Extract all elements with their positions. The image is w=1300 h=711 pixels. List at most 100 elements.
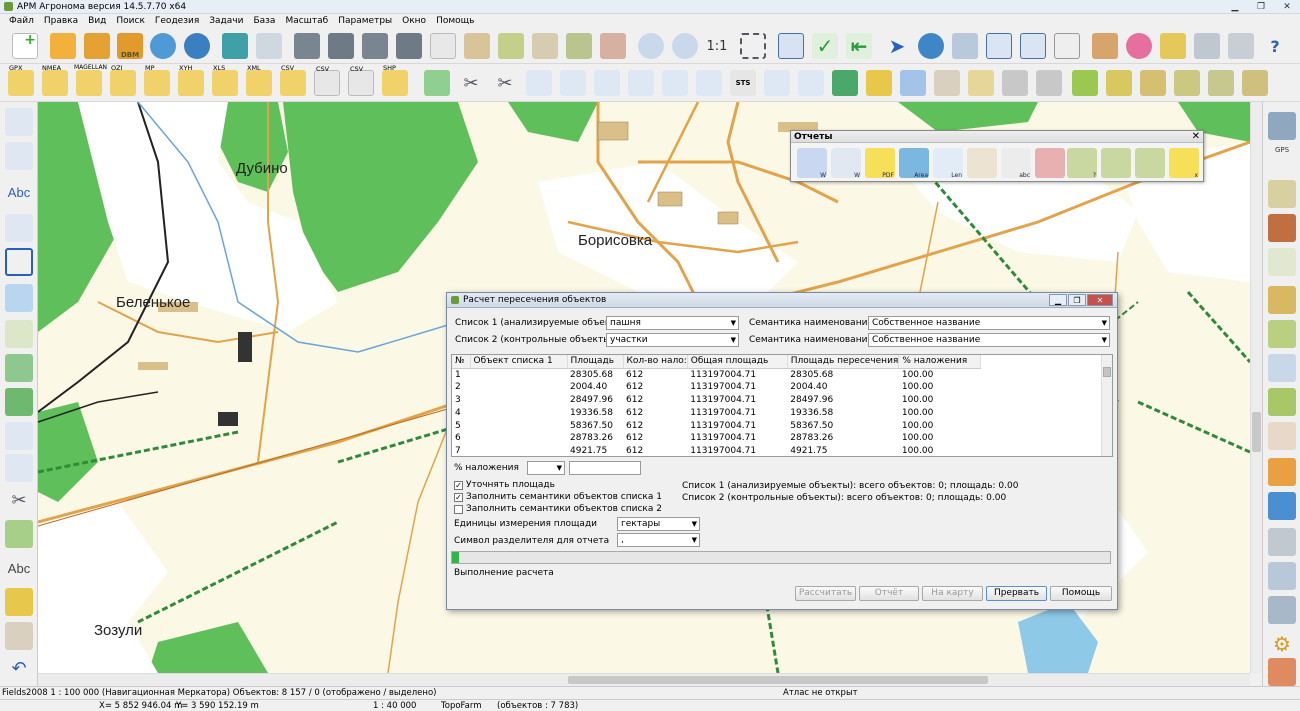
zoom-in-icon[interactable] bbox=[672, 33, 698, 59]
menu-tasks[interactable]: Задачи bbox=[204, 16, 248, 26]
merge-icon[interactable] bbox=[764, 70, 790, 96]
printer-icon[interactable] bbox=[1194, 33, 1220, 59]
table-icon[interactable] bbox=[986, 33, 1012, 59]
fit-window-icon[interactable] bbox=[778, 33, 804, 59]
menu-file[interactable]: Файл bbox=[4, 16, 39, 26]
map-sheet-icon[interactable] bbox=[1268, 354, 1296, 382]
calculate-button[interactable]: Рассчитать bbox=[795, 586, 856, 601]
field-down2-icon[interactable] bbox=[1208, 70, 1234, 96]
fill-semantics1-check[interactable]: ✓ bbox=[454, 492, 463, 502]
vertex-split-icon[interactable] bbox=[526, 70, 552, 96]
menu-geodesy[interactable]: Геодезия bbox=[150, 16, 204, 26]
arrow-down-field-icon[interactable] bbox=[1072, 70, 1098, 96]
menu-parameters[interactable]: Параметры bbox=[333, 16, 397, 26]
select-object-icon[interactable] bbox=[464, 33, 490, 59]
map-image-icon[interactable] bbox=[952, 33, 978, 59]
route-edit-icon[interactable] bbox=[1268, 180, 1296, 208]
col-number[interactable]: № bbox=[452, 355, 471, 369]
col-overlap-count[interactable]: Кол-во нало: bbox=[623, 355, 688, 369]
binoculars-a-icon[interactable] bbox=[328, 33, 354, 59]
zoom-extent-icon[interactable] bbox=[740, 33, 766, 59]
grid-fill-icon[interactable] bbox=[832, 70, 858, 96]
new-document-icon[interactable]: + bbox=[12, 32, 38, 59]
table-row[interactable]: 7 4921.75 612 113197004.71 4921.75 100.00 bbox=[452, 445, 981, 456]
menu-view[interactable]: Вид bbox=[83, 16, 111, 26]
col-intersection-area[interactable]: Площадь пересечения bbox=[787, 355, 900, 369]
magellan-import-icon[interactable]: MAGELLAN bbox=[74, 64, 107, 96]
transform-icon[interactable] bbox=[5, 284, 33, 312]
text-tool-icon[interactable]: Abc bbox=[5, 178, 33, 206]
refine-area-check[interactable]: ✓ bbox=[454, 480, 463, 490]
dialog-close-button[interactable]: ✕ bbox=[1087, 294, 1113, 306]
profile-icon[interactable] bbox=[1268, 248, 1296, 276]
rectangle-tool-icon[interactable] bbox=[5, 248, 33, 276]
globe-icon[interactable] bbox=[184, 33, 210, 59]
map-vertical-scrollbar[interactable] bbox=[1250, 102, 1262, 673]
text-tool2-icon[interactable]: Abc bbox=[5, 554, 33, 582]
label-a-icon[interactable] bbox=[1002, 70, 1028, 96]
table-row[interactable]: 2 2004.40 612 113197004.71 2004.40 100.00 bbox=[452, 381, 981, 394]
table-row[interactable]: 3 28497.96 612 113197004.71 28497.96 100.00 bbox=[452, 394, 981, 407]
report-points-icon[interactable] bbox=[967, 148, 997, 178]
print-preview-icon[interactable] bbox=[1228, 33, 1254, 59]
table-edit-icon[interactable] bbox=[1020, 33, 1046, 59]
polygon-edit-icon[interactable] bbox=[696, 70, 722, 96]
text-a-icon[interactable] bbox=[934, 70, 960, 96]
report-button[interactable]: Отчёт bbox=[859, 586, 919, 601]
xyh-import-icon[interactable]: XYH bbox=[178, 64, 204, 96]
menu-help[interactable]: Помощь bbox=[431, 16, 479, 26]
vertex-move-icon[interactable] bbox=[594, 70, 620, 96]
pencil-icon[interactable] bbox=[5, 108, 33, 136]
semantic1-select[interactable]: Собственное название ▼ bbox=[868, 316, 1110, 330]
csv-import-icon[interactable]: CSV bbox=[280, 64, 306, 96]
menu-base[interactable]: База bbox=[248, 16, 280, 26]
report-query-icon[interactable]: ? bbox=[1067, 148, 1097, 179]
database-icon[interactable] bbox=[1268, 286, 1296, 314]
table-scrollbar[interactable] bbox=[1101, 355, 1112, 456]
csv-polygon-import-icon[interactable]: CSV bbox=[348, 65, 374, 96]
maximize-button[interactable]: ❐ bbox=[1248, 0, 1274, 14]
overlap-operator-select[interactable]: ▼ bbox=[527, 461, 565, 475]
fill-semantics2-checkbox[interactable]: Заполнить семантики объектов списка 2 bbox=[454, 504, 662, 514]
gauge-icon[interactable] bbox=[1268, 422, 1296, 450]
col-total-area[interactable]: Общая площадь bbox=[687, 355, 788, 369]
spectrum-icon[interactable] bbox=[1268, 492, 1296, 520]
overlap-value-input[interactable] bbox=[569, 461, 641, 475]
table-row[interactable]: 6 28783.26 612 113197004.71 28783.26 100.00 bbox=[452, 432, 981, 445]
edit-points-icon[interactable] bbox=[424, 70, 450, 96]
stop-button[interactable]: Прервать bbox=[986, 586, 1047, 601]
layer-tree-icon[interactable] bbox=[256, 33, 282, 59]
map-horizontal-scrollbar[interactable] bbox=[38, 673, 1250, 686]
binoculars-dots-icon[interactable] bbox=[362, 33, 388, 59]
menu-edit[interactable]: Правка bbox=[39, 16, 83, 26]
report-word-icon[interactable]: W bbox=[797, 148, 827, 179]
exit-icon[interactable] bbox=[1268, 658, 1296, 686]
report-search-icon[interactable] bbox=[1101, 148, 1131, 178]
tractor-icon[interactable] bbox=[866, 70, 892, 96]
binoculars-next-icon[interactable] bbox=[396, 33, 422, 59]
report-excel-icon[interactable]: x bbox=[1169, 148, 1199, 179]
reports-close-icon[interactable]: ✕ bbox=[1192, 131, 1200, 142]
xls-import-icon[interactable]: XLS bbox=[212, 64, 238, 96]
delete-point-icon[interactable] bbox=[5, 320, 33, 348]
satellite-icon[interactable] bbox=[1268, 112, 1296, 140]
scissors-left-icon[interactable]: ✂ bbox=[5, 486, 33, 514]
label-m-icon[interactable] bbox=[1036, 70, 1062, 96]
draw-line-icon[interactable] bbox=[5, 142, 33, 170]
help-button[interactable]: Помощь bbox=[1050, 586, 1112, 601]
menu-window[interactable]: Окно bbox=[397, 16, 431, 26]
table-row[interactable]: 4 19336.58 612 113197004.71 19336.58 100.00 bbox=[452, 406, 981, 419]
refresh-map-icon[interactable] bbox=[150, 33, 176, 59]
eraser-icon[interactable] bbox=[5, 622, 33, 650]
open-folder-icon[interactable] bbox=[50, 33, 76, 59]
form-icon[interactable] bbox=[1054, 33, 1080, 59]
polyline-tool-icon[interactable] bbox=[5, 214, 33, 242]
deselect-icon[interactable] bbox=[600, 33, 626, 59]
field-layer-icon[interactable] bbox=[1106, 70, 1132, 96]
ruler-icon[interactable] bbox=[1160, 33, 1186, 59]
list-icon[interactable] bbox=[430, 33, 456, 59]
semantic2-select[interactable]: Собственное название ▼ bbox=[868, 333, 1110, 347]
scissors-line-icon[interactable]: ✂ bbox=[492, 70, 518, 96]
select-all-icon[interactable] bbox=[566, 33, 592, 59]
dbm-icon[interactable]: DBM bbox=[117, 33, 143, 59]
